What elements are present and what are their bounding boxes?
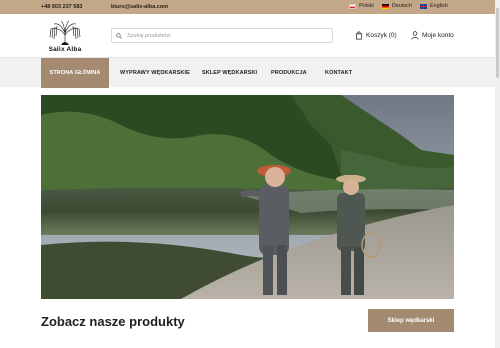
fishing-shop-button[interactable]: Sklep wędkarski	[368, 309, 454, 332]
language-german[interactable]: Deutsch	[381, 3, 412, 9]
cart-label: Koszyk (0)	[366, 32, 397, 39]
fishing-river-photo	[41, 95, 454, 299]
language-switcher: Polski Deutsch English	[349, 3, 448, 9]
scrollbar[interactable]	[495, 0, 500, 348]
language-label: Deutsch	[391, 3, 412, 9]
search-icon[interactable]	[116, 32, 122, 39]
top-bar: +48 603 237 583 biuro@salix-alba.com Pol…	[0, 0, 500, 14]
account-label: Moje konto	[422, 32, 454, 39]
cart-link[interactable]: Koszyk (0)	[355, 31, 397, 40]
site-header: Salix Alba Koszyk (0) Moje konto	[0, 14, 500, 57]
willow-logo-icon	[49, 20, 81, 45]
nav-item-fishing-shop[interactable]: SKLEP WĘDKARSKI	[202, 58, 257, 88]
nav-item-contact[interactable]: KONTAKT	[325, 58, 352, 88]
scrollbar-thumb[interactable]	[496, 8, 499, 78]
nav-item-production[interactable]: PRODUKCJA	[271, 58, 307, 88]
site-logo[interactable]: Salix Alba	[41, 20, 89, 53]
language-label: Polski	[359, 3, 374, 9]
nav-item-fishing-trips[interactable]: WYPRAWY WĘDKARSKIE	[120, 58, 190, 88]
search-input[interactable]	[127, 32, 317, 39]
germany-flag-icon	[381, 3, 389, 9]
shopping-bag-icon	[355, 31, 363, 40]
uk-flag-icon	[419, 3, 427, 9]
search-bar[interactable]	[111, 28, 333, 43]
language-label: English	[429, 3, 448, 9]
main-navigation: STRONA GŁÓWNA WYPRAWY WĘDKARSKIE SKLEP W…	[0, 57, 500, 88]
email-address[interactable]: biuro@salix-alba.com	[111, 4, 168, 10]
user-icon	[411, 31, 419, 40]
language-polish[interactable]: Polski	[349, 3, 374, 9]
phone-number[interactable]: +48 603 237 583	[41, 4, 82, 10]
hero-image	[41, 95, 454, 299]
poland-flag-icon	[349, 3, 357, 9]
nav-item-home[interactable]: STRONA GŁÓWNA	[41, 58, 109, 88]
logo-text: Salix Alba	[48, 46, 82, 53]
language-english[interactable]: English	[419, 3, 448, 9]
account-link[interactable]: Moje konto	[411, 31, 454, 40]
section-title: Zobacz nasze produkty	[41, 314, 185, 329]
